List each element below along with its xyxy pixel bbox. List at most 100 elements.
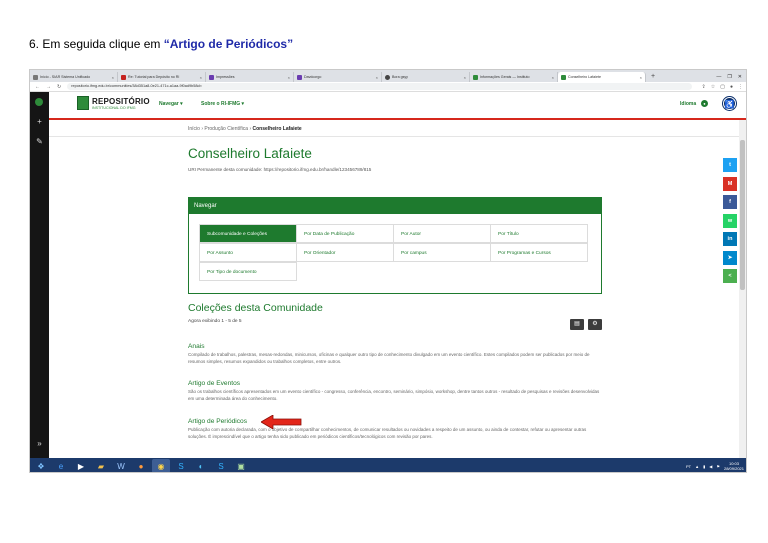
- linkedin-icon[interactable]: in: [723, 232, 737, 246]
- star-icon[interactable]: ☆: [711, 84, 715, 90]
- accessibility-icon[interactable]: ♿: [723, 97, 736, 110]
- browser-tab[interactable]: Impressões ×: [206, 72, 294, 82]
- close-icon[interactable]: ×: [640, 75, 642, 80]
- breadcrumb: Início › Produção Científica › Conselhei…: [188, 126, 302, 132]
- favicon-icon: [33, 74, 38, 80]
- share-icon[interactable]: <: [723, 269, 737, 283]
- favicon-icon: [561, 74, 566, 80]
- browser-tab[interactable]: Informações Gerais — Instituto ×: [470, 72, 558, 82]
- tray-arrow-icon[interactable]: ▲: [695, 464, 699, 469]
- clock-date: 28/09/2021: [723, 466, 744, 471]
- edge-icon[interactable]: ◐: [192, 459, 210, 472]
- back-icon[interactable]: ←: [35, 84, 40, 90]
- share-page-icon[interactable]: ⇪: [702, 84, 706, 90]
- clock[interactable]: 10:03 28/09/2021: [724, 461, 744, 471]
- tab-label: Conselheiro Lafaiete: [568, 75, 601, 79]
- nav-by-subject[interactable]: Por Assunto: [199, 243, 297, 262]
- nav-by-title[interactable]: Por Título: [490, 224, 588, 243]
- folder-icon[interactable]: ▰: [92, 459, 110, 472]
- tab-label: Re: Tutorial para Depósito no RI: [128, 75, 180, 79]
- breadcrumb-separator: ›: [201, 126, 204, 132]
- close-icon[interactable]: ×: [552, 75, 554, 80]
- browser-tab[interactable]: Bora gsyy ×: [382, 72, 470, 82]
- close-icon[interactable]: ×: [464, 75, 466, 80]
- browser-tab[interactable]: Davdcorgo ×: [294, 72, 382, 82]
- skype-icon[interactable]: S: [172, 459, 190, 472]
- collections-count: Agora exibindo 1 - 5 de 5: [188, 319, 242, 324]
- tab-label: Bora gsyy: [392, 75, 408, 79]
- collection-title-artigo-eventos[interactable]: Artigo de Eventos: [188, 380, 240, 387]
- vertical-scrollbar[interactable]: [739, 120, 746, 458]
- telegram-icon[interactable]: ➤: [723, 250, 737, 265]
- navigate-panel-heading: Navegar: [189, 198, 601, 214]
- scrollbar-thumb[interactable]: [740, 140, 745, 290]
- plus-icon[interactable]: +: [34, 116, 45, 127]
- twitter-icon[interactable]: t: [723, 158, 737, 172]
- new-tab-icon[interactable]: +: [646, 72, 660, 82]
- user-icon[interactable]: ●: [701, 100, 708, 107]
- maximize-icon[interactable]: ❐: [727, 74, 731, 80]
- sidepanel-icon[interactable]: ▢: [720, 84, 725, 90]
- breadcrumb-section[interactable]: Produção Científica: [204, 126, 248, 132]
- forward-icon[interactable]: →: [46, 84, 51, 90]
- system-tray: PT ▲ ▮ ◀ ⚑ 10:03 28/09/2021: [686, 461, 746, 471]
- profile-icon[interactable]: ●: [730, 84, 733, 90]
- collection-title-anais[interactable]: Anais: [188, 343, 205, 350]
- collections-title: Coleções desta Comunidade: [188, 302, 323, 314]
- close-icon[interactable]: ×: [200, 75, 202, 80]
- firefox-icon[interactable]: ●: [132, 459, 150, 472]
- minimize-icon[interactable]: —: [716, 74, 721, 80]
- expand-icon[interactable]: »: [34, 438, 45, 449]
- settings-gear-button[interactable]: ⚙: [588, 319, 602, 330]
- navigate-menu[interactable]: Navegar ▾: [159, 101, 183, 107]
- facebook-icon[interactable]: f: [723, 195, 737, 209]
- logo-icon[interactable]: [77, 96, 89, 110]
- close-icon[interactable]: ×: [288, 75, 290, 80]
- header-divider: [49, 118, 746, 120]
- tab-label: Informações Gerais — Instituto: [480, 75, 530, 79]
- app-icon[interactable]: [35, 98, 43, 106]
- nav-by-program[interactable]: Por Programas e Cursos: [490, 243, 588, 262]
- breadcrumb-home[interactable]: Início: [188, 126, 200, 132]
- url-input[interactable]: repositorio.ifmg.edu.br/communities/38d3…: [67, 83, 692, 90]
- word-icon[interactable]: W: [112, 459, 130, 472]
- browser-tab[interactable]: Re: Tutorial para Depósito no RI ×: [118, 72, 206, 82]
- browser-screenshot: Início - SIAR Sistema Unificado × Re: Tut…: [29, 69, 747, 473]
- breadcrumb-separator: ›: [249, 126, 252, 132]
- internet-explorer-icon[interactable]: e: [52, 459, 70, 472]
- nav-by-date[interactable]: Por Data de Publicação: [296, 224, 394, 243]
- logo-title[interactable]: REPOSITÓRIO: [92, 97, 150, 106]
- nav-subcommunities[interactable]: Subcomunidade e Coleções: [199, 224, 297, 243]
- reload-icon[interactable]: ↻: [57, 84, 61, 90]
- chrome-icon[interactable]: ◉: [152, 459, 170, 472]
- volume-icon[interactable]: ◀: [709, 464, 712, 469]
- browser-tab-active[interactable]: Conselheiro Lafaiete ×: [558, 72, 646, 82]
- start-icon[interactable]: ❖: [32, 459, 50, 472]
- nav-by-advisor[interactable]: Por Orientador: [296, 243, 394, 262]
- nav-by-doc-type[interactable]: Por Tipo de documento: [199, 262, 297, 281]
- nav-by-author[interactable]: Por Autor: [393, 224, 491, 243]
- collection-title-artigo-periodicos[interactable]: Artigo de Periódicos: [188, 418, 247, 425]
- media-icon[interactable]: ▶: [72, 459, 90, 472]
- close-window-icon[interactable]: ✕: [738, 74, 742, 80]
- whatsapp-icon[interactable]: w: [723, 213, 737, 228]
- close-icon[interactable]: ×: [376, 75, 378, 80]
- close-icon[interactable]: ×: [112, 75, 114, 80]
- network-icon[interactable]: ▮: [703, 464, 705, 469]
- tray-language[interactable]: PT: [686, 464, 691, 469]
- gmail-icon[interactable]: M: [723, 176, 737, 191]
- favicon-icon: [121, 74, 126, 80]
- nav-by-campus[interactable]: Por campus: [393, 243, 491, 262]
- list-view-button[interactable]: ▤: [570, 319, 584, 330]
- language-menu[interactable]: Idioma: [680, 101, 696, 107]
- about-menu[interactable]: Sobre o RI-IFMG ▾: [201, 101, 244, 107]
- repository-header: REPOSITÓRIO INSTITUCIONAL DO IFMG Navega…: [49, 92, 746, 118]
- photos-icon[interactable]: ▣: [232, 459, 250, 472]
- flag-icon[interactable]: ⚑: [716, 464, 720, 469]
- browser-tab[interactable]: Início - SIAR Sistema Unificado ×: [30, 72, 118, 82]
- collection-description: Compilado de trabalhos, palestras, mesas…: [188, 352, 590, 364]
- instruction-prefix: 6. Em seguida clique em: [29, 37, 164, 51]
- skype-business-icon[interactable]: S: [212, 459, 230, 472]
- menu-icon[interactable]: ⋮: [738, 84, 743, 90]
- pencil-icon[interactable]: ✎: [34, 136, 45, 147]
